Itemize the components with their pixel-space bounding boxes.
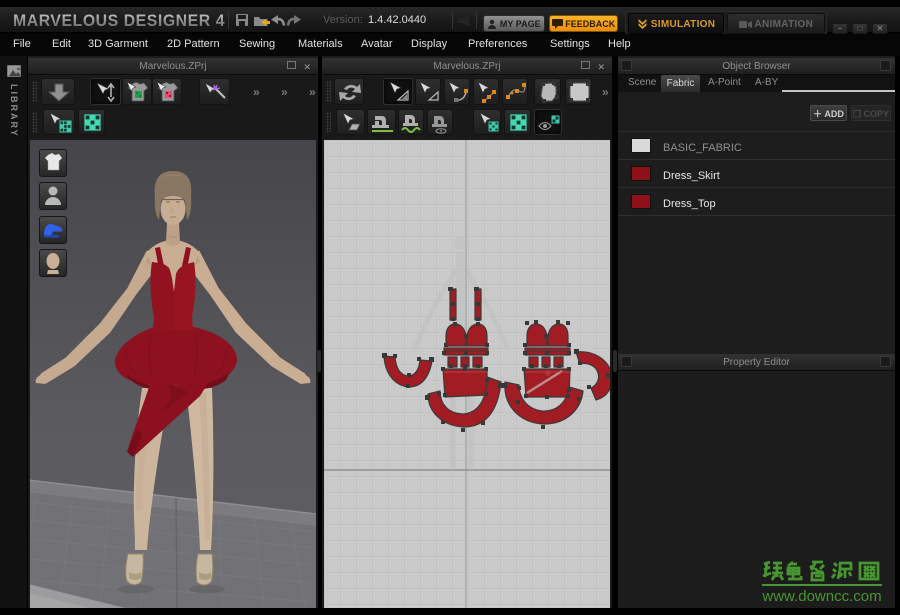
svg-text:www.downcc.com: www.downcc.com [761,588,881,605]
